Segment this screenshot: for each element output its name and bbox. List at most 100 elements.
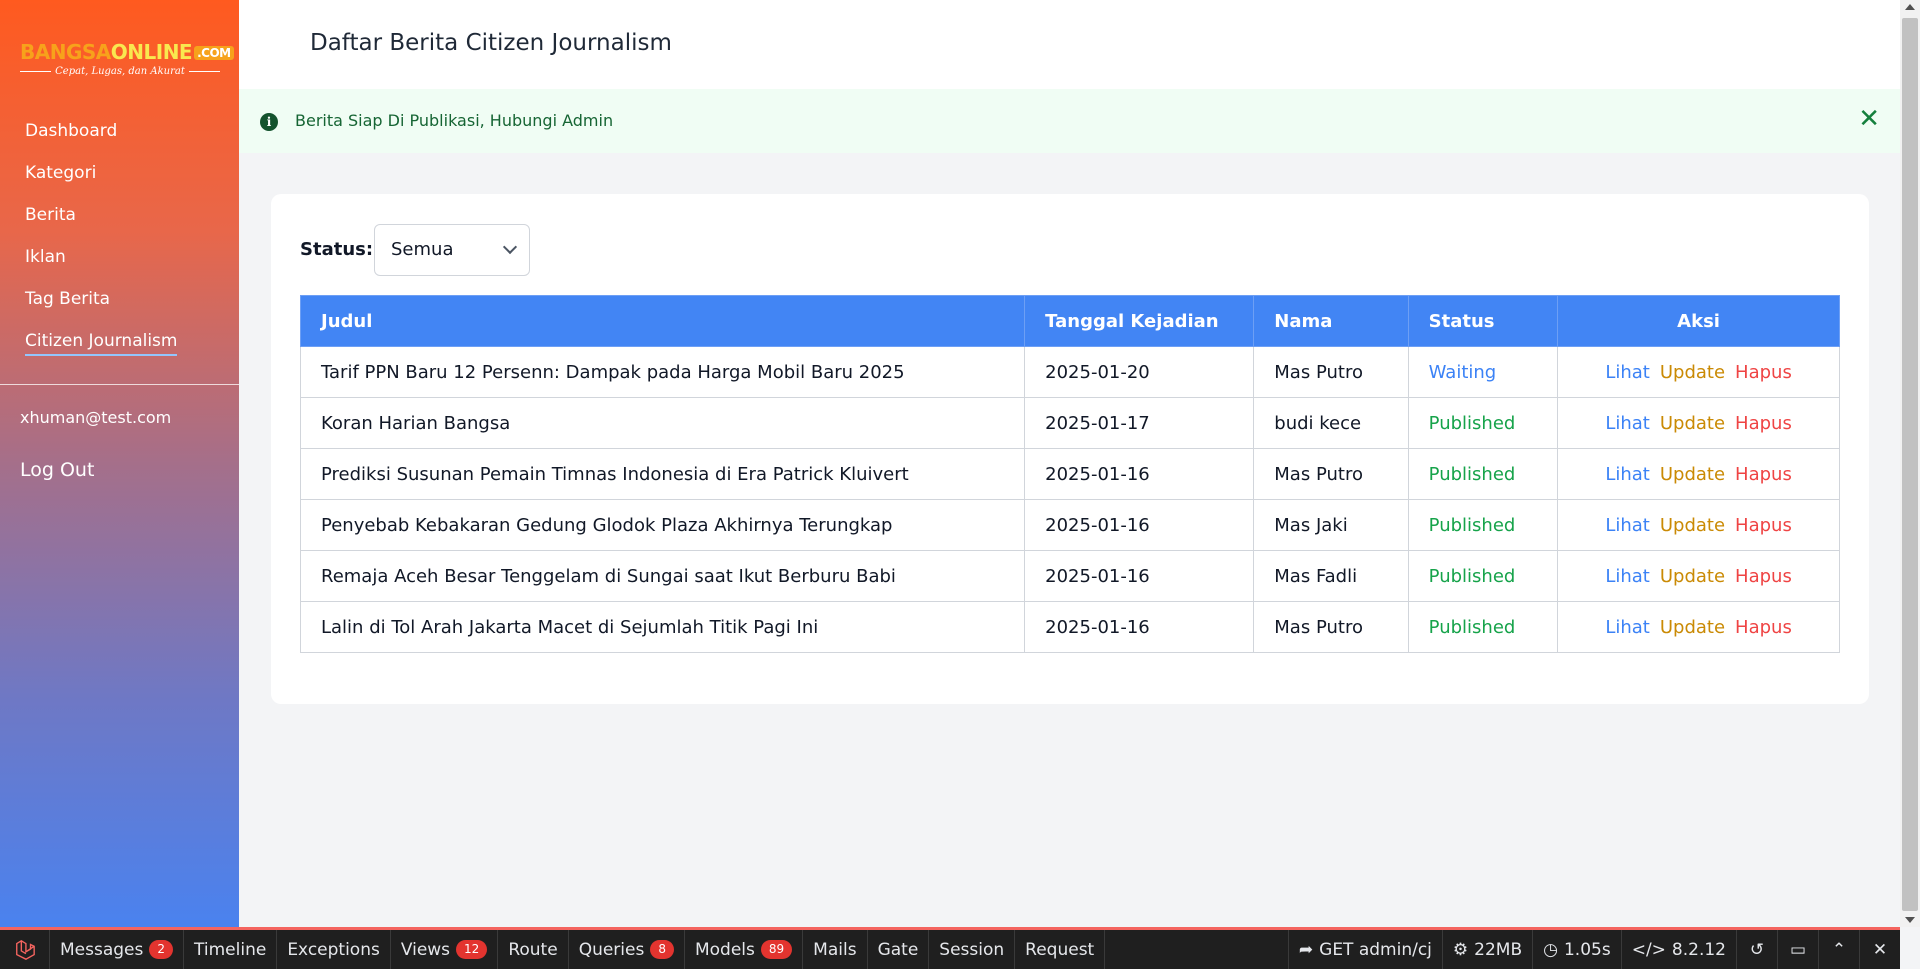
- cell-status: Published: [1407, 448, 1559, 500]
- cell-actions: Lihat Update Hapus: [1557, 346, 1840, 398]
- folder-open-icon[interactable]: ▭: [1777, 930, 1818, 969]
- debug-request-info[interactable]: ➦ GET admin/cj: [1287, 930, 1442, 969]
- cell-date: 2025-01-16: [1024, 601, 1255, 653]
- debug-tab-badge: 2: [149, 940, 174, 959]
- delete-link[interactable]: Hapus: [1735, 617, 1792, 638]
- sidebar-item-citizen-journalism[interactable]: Citizen Journalism: [25, 328, 178, 370]
- column-header-tanggal: Tanggal Kejadian: [1024, 295, 1255, 347]
- update-link[interactable]: Update: [1660, 515, 1725, 536]
- column-header-judul: Judul: [299, 295, 1026, 347]
- status-filter-select[interactable]: Semua: [374, 224, 530, 276]
- status-filter-value: Semua: [391, 239, 454, 260]
- sidebar-item-berita[interactable]: Berita: [25, 202, 177, 244]
- debug-tab-request[interactable]: Request: [1015, 930, 1106, 969]
- update-link[interactable]: Update: [1660, 413, 1725, 434]
- debug-tab-gate[interactable]: Gate: [868, 930, 930, 969]
- debug-tab-label: Messages: [60, 939, 144, 960]
- close-icon[interactable]: ✕: [1859, 930, 1900, 969]
- laravel-icon[interactable]: [0, 930, 50, 969]
- sidebar-item-label: Dashboard: [25, 121, 118, 141]
- view-link[interactable]: Lihat: [1605, 464, 1650, 485]
- page-scrollbar[interactable]: [1900, 0, 1920, 927]
- sidebar-item-kategori[interactable]: Kategori: [25, 160, 177, 202]
- debug-tab-label: Gate: [877, 939, 919, 960]
- cell-title: Remaja Aceh Besar Tenggelam di Sungai sa…: [299, 550, 1026, 602]
- tagline-line-right: [188, 71, 220, 72]
- history-icon[interactable]: ↺: [1736, 930, 1777, 969]
- user-email: xhuman@test.com: [20, 408, 172, 427]
- sidebar: BANGSAONLINE .COM Cepat, Lugas, dan Akura…: [0, 0, 239, 927]
- cell-date: 2025-01-17: [1024, 397, 1255, 449]
- view-link[interactable]: Lihat: [1605, 617, 1650, 638]
- update-link[interactable]: Update: [1660, 566, 1725, 587]
- debug-memory-text: 22MB: [1474, 939, 1523, 960]
- cell-status: Published: [1407, 397, 1559, 449]
- cell-title: Tarif PPN Baru 12 Persenn: Dampak pada H…: [299, 346, 1026, 398]
- debug-tab-badge: 12: [456, 940, 488, 959]
- logo-tagline: Cepat, Lugas, dan Akurat: [20, 66, 220, 77]
- debug-tab-timeline[interactable]: Timeline: [184, 930, 278, 969]
- sidebar-item-label: Kategori: [25, 163, 97, 183]
- debug-tab-queries[interactable]: Queries 8: [569, 930, 685, 969]
- sidebar-item-tag-berita[interactable]: Tag Berita: [25, 286, 177, 328]
- delete-link[interactable]: Hapus: [1735, 464, 1792, 485]
- table-row: Koran Harian Bangsa 2025-01-17 budi kece…: [299, 397, 1840, 449]
- delete-link[interactable]: Hapus: [1735, 362, 1792, 383]
- update-link[interactable]: Update: [1660, 617, 1725, 638]
- delete-link[interactable]: Hapus: [1735, 413, 1792, 434]
- sidebar-item-iklan[interactable]: Iklan: [25, 244, 177, 286]
- debug-tab-label: Exceptions: [287, 939, 380, 960]
- debug-tab-label: Session: [939, 939, 1005, 960]
- table-row: Remaja Aceh Besar Tenggelam di Sungai sa…: [299, 550, 1840, 602]
- table-header-row: Judul Tanggal Kejadian Nama Status Aksi: [299, 295, 1840, 347]
- cell-title: Koran Harian Bangsa: [299, 397, 1026, 449]
- alert-message: Berita Siap Di Publikasi, Hubungi Admin: [295, 111, 614, 130]
- chevron-up-icon[interactable]: ⌃: [1818, 930, 1859, 969]
- update-link[interactable]: Update: [1660, 362, 1725, 383]
- cell-status: Waiting: [1407, 346, 1559, 398]
- cell-name: Mas Putro: [1253, 448, 1409, 500]
- logout-link[interactable]: Log Out: [20, 459, 94, 481]
- debug-tab-route[interactable]: Route: [498, 930, 569, 969]
- debug-tab-mails[interactable]: Mails: [803, 930, 868, 969]
- view-link[interactable]: Lihat: [1605, 362, 1650, 383]
- update-link[interactable]: Update: [1660, 464, 1725, 485]
- debug-tab-badge: 89: [760, 940, 793, 959]
- delete-link[interactable]: Hapus: [1735, 566, 1792, 587]
- logo-text-com: .COM: [194, 46, 234, 60]
- debug-tab-label: Mails: [813, 939, 857, 960]
- cell-status: Published: [1407, 499, 1559, 551]
- logo-wordmark: BANGSAONLINE .COM: [20, 42, 234, 63]
- view-link[interactable]: Lihat: [1605, 566, 1650, 587]
- debug-php-text: 8.2.12: [1671, 939, 1726, 960]
- table-row: Lalin di Tol Arah Jakarta Macet di Sejum…: [299, 601, 1840, 653]
- table-row: Penyebab Kebakaran Gedung Glodok Plaza A…: [299, 499, 1840, 551]
- debug-tab-views[interactable]: Views 12: [391, 930, 499, 969]
- brand-logo[interactable]: BANGSAONLINE .COM Cepat, Lugas, dan Akura…: [20, 42, 234, 77]
- laravel-logo-svg: [15, 939, 35, 960]
- debug-tab-label: Request: [1025, 939, 1095, 960]
- debug-tab-exceptions[interactable]: Exceptions: [277, 930, 391, 969]
- delete-link[interactable]: Hapus: [1735, 515, 1792, 536]
- status-filter-label: Status:: [300, 239, 374, 260]
- tagline-line-left: [20, 71, 52, 72]
- cogs-icon: ⚙: [1452, 939, 1469, 960]
- debug-tab-session[interactable]: Session: [929, 930, 1016, 969]
- cell-actions: Lihat Update Hapus: [1557, 550, 1840, 602]
- table-row: Prediksi Susunan Pemain Timnas Indonesia…: [299, 448, 1840, 500]
- clock-icon: ◷: [1543, 939, 1558, 960]
- debug-tab-label: Models: [694, 939, 755, 960]
- cell-date: 2025-01-16: [1024, 448, 1255, 500]
- view-link[interactable]: Lihat: [1605, 515, 1650, 536]
- scroll-up-arrow-icon[interactable]: [1905, 4, 1915, 10]
- view-link[interactable]: Lihat: [1605, 413, 1650, 434]
- scrollbar-thumb[interactable]: [1902, 18, 1918, 911]
- close-icon[interactable]: ✕: [1858, 105, 1880, 133]
- column-header-nama: Nama: [1253, 295, 1409, 347]
- sidebar-item-dashboard[interactable]: Dashboard: [25, 118, 177, 160]
- debug-php-info: </> 8.2.12: [1620, 930, 1736, 969]
- debug-tab-models[interactable]: Models 89: [685, 930, 804, 969]
- scroll-down-arrow-icon[interactable]: [1905, 917, 1915, 923]
- debug-tab-messages[interactable]: Messages 2: [50, 930, 185, 969]
- cell-title: Lalin di Tol Arah Jakarta Macet di Sejum…: [299, 601, 1026, 653]
